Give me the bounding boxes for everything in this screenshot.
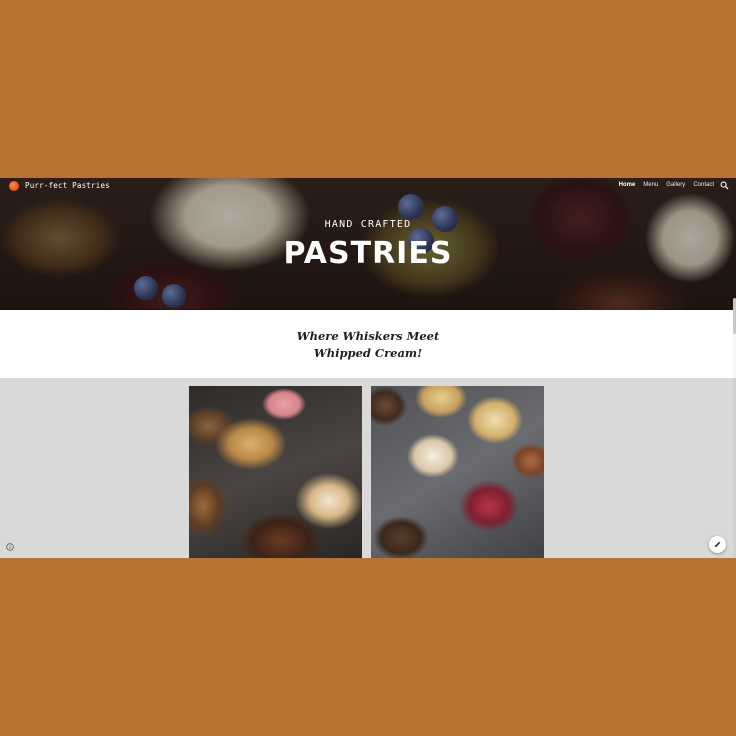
tagline-text: Where Whiskers Meet Whipped Cream! <box>296 329 440 360</box>
gallery-image-cupcakes-macarons[interactable] <box>189 386 362 558</box>
search-icon[interactable] <box>720 181 729 190</box>
nav-item-gallery[interactable]: Gallery <box>666 182 685 188</box>
main-navigation: Home Menu Gallery Contact <box>619 182 714 188</box>
blueberry-decoration <box>162 284 186 308</box>
blueberry-decoration <box>134 276 158 300</box>
pencil-icon <box>714 541 721 548</box>
info-icon[interactable] <box>6 543 14 551</box>
blueberry-decoration <box>398 194 424 220</box>
nav-item-contact[interactable]: Contact <box>693 182 714 188</box>
nav-item-menu[interactable]: Menu <box>643 182 658 188</box>
gallery-image-cupcakes-top-view[interactable] <box>371 386 544 558</box>
tagline-section: Where Whiskers Meet Whipped Cream! <box>0 310 736 378</box>
nav-item-home[interactable]: Home <box>619 182 636 188</box>
cat-logo-icon[interactable] <box>9 181 19 191</box>
top-navigation-bar: Purr-fect Pastries Home Menu Gallery Con… <box>0 178 736 196</box>
hero-subtitle: HAND CRAFTED <box>324 219 412 230</box>
gallery-section <box>0 378 736 558</box>
site-viewport: Purr-fect Pastries Home Menu Gallery Con… <box>0 178 736 558</box>
site-title[interactable]: Purr-fect Pastries <box>25 181 110 190</box>
hero-title: PASTRIES <box>283 236 453 271</box>
edit-button[interactable] <box>709 536 726 553</box>
hero-banner: Purr-fect Pastries Home Menu Gallery Con… <box>0 178 736 310</box>
